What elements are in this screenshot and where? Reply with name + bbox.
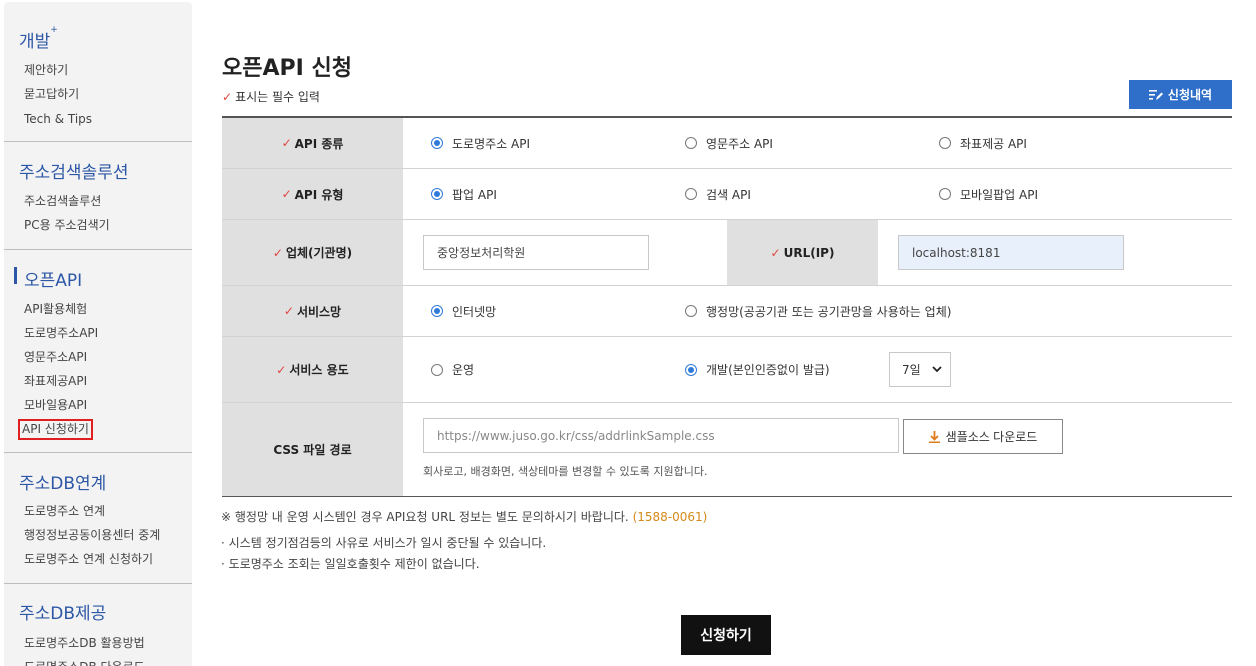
radio-icon: [431, 363, 443, 376]
sidebar-item[interactable]: PC용 주소검색기: [4, 213, 110, 237]
phone-number: (1588-0061): [632, 510, 708, 524]
sidebar-item[interactable]: 도로명주소DB 활용방법: [4, 631, 145, 655]
radio-icon: [685, 188, 697, 200]
required-check-icon: ✓: [222, 90, 233, 104]
sidebar-item[interactable]: 도로명주소API: [4, 321, 98, 345]
label-company: ✓ 업체(기관명): [222, 220, 403, 285]
required-check-icon: ✓: [272, 245, 283, 260]
company-input[interactable]: 중앙정보처리학원: [423, 235, 649, 270]
radio-operation[interactable]: 운영: [431, 361, 474, 378]
required-check-icon: ✓: [276, 362, 287, 377]
period-select[interactable]: 7일: [889, 352, 951, 387]
sidebar-item[interactable]: 모바일용API: [4, 393, 87, 417]
divider: [4, 452, 192, 453]
selected-item-label: API 신청하기: [18, 419, 93, 440]
radio-internet[interactable]: 인터넷망: [431, 303, 496, 320]
radio-mobile-popup-api[interactable]: 모바일팝업 API: [939, 186, 1038, 203]
download-sample-button[interactable]: 샘플소스 다운로드: [903, 419, 1063, 454]
application-form: ✓ API 종류 도로명주소 API 영문주소 API 좌표제공 API ✓ API…: [222, 116, 1232, 497]
label-url: ✓ URL(IP): [727, 220, 878, 285]
radio-popup-api[interactable]: 팝업 API: [431, 186, 497, 203]
sidebar-item[interactable]: 도로명주소DB 다운로드: [4, 655, 145, 666]
sidebar-item[interactable]: 도로명주소 연계 신청하기: [4, 547, 153, 571]
radio-coord-api[interactable]: 좌표제공 API: [939, 135, 1027, 152]
required-check-icon: ✓: [770, 245, 781, 260]
radio-selected-icon: [431, 137, 443, 149]
notice-line: · 도로명주소 조회는 일일호출횟수 제한이 없습니다.: [221, 557, 480, 571]
divider: [4, 141, 192, 142]
sidebar-item[interactable]: 좌표제공API: [4, 369, 87, 393]
sidebar: 개발+ 제안하기 묻고답하기 Tech & Tips 주소검색솔루션 주소검색솔…: [4, 2, 192, 666]
radio-admin-network[interactable]: 행정망(공공기관 또는 공기관망을 사용하는 업체): [685, 303, 951, 320]
row-network: ✓ 서비스망 인터넷망 행정망(공공기관 또는 공기관망을 사용하는 업체): [222, 286, 1232, 337]
label-css: CSS 파일 경로: [222, 403, 403, 496]
row-api-kind: ✓ API 종류 도로명주소 API 영문주소 API 좌표제공 API: [222, 118, 1232, 169]
radio-icon: [685, 137, 697, 149]
sidebar-item[interactable]: 제안하기: [4, 58, 68, 82]
sidebar-item[interactable]: 도로명주소 연계: [4, 499, 105, 523]
required-check-icon: ✓: [281, 136, 292, 150]
label-api-type: ✓ API 유형: [222, 169, 403, 219]
radio-selected-icon: [431, 188, 443, 200]
row-css: CSS 파일 경로 https://www.juso.go.kr/css/add…: [222, 403, 1232, 496]
network-notice: ※ 행정망 내 운영 시스템인 경우 API요청 URL 정보는 별도 문의하시…: [221, 510, 708, 524]
radio-road-api[interactable]: 도로명주소 API: [431, 135, 530, 152]
sidebar-group-title[interactable]: 개발+: [4, 25, 192, 52]
download-button-label: 샘플소스 다운로드: [945, 430, 1038, 444]
required-check-icon: ✓: [283, 304, 294, 318]
radio-english-api[interactable]: 영문주소 API: [685, 135, 773, 152]
radio-icon: [685, 305, 697, 317]
label-network: ✓ 서비스망: [222, 286, 403, 336]
radio-search-api[interactable]: 검색 API: [685, 186, 751, 203]
label-api-kind: ✓ API 종류: [222, 118, 403, 168]
sidebar-group-title[interactable]: 주소검색솔루션: [4, 158, 128, 183]
required-note-text: 표시는 필수 입력: [235, 90, 320, 104]
edit-list-icon: [1148, 89, 1163, 100]
history-button-label: 신청내역: [1167, 88, 1213, 102]
url-input[interactable]: localhost:8181: [898, 235, 1124, 270]
required-note: ✓ 표시는 필수 입력: [222, 88, 320, 105]
period-value: 7일: [902, 363, 921, 377]
css-help-text: 회사로고, 배경화면, 색상테마를 변경할 수 있도록 지원합니다.: [423, 465, 708, 478]
sidebar-group-title[interactable]: 주소DB제공: [4, 599, 106, 624]
divider: [4, 583, 192, 584]
sidebar-item[interactable]: 묻고답하기: [4, 82, 79, 106]
sidebar-group-title[interactable]: 주소DB연계: [4, 469, 106, 494]
radio-icon: [939, 137, 951, 149]
divider: [4, 249, 192, 250]
history-button[interactable]: 신청내역: [1129, 80, 1232, 109]
row-usage: ✓ 서비스 용도 운영 개발(본인인증없이 발급) 7일: [222, 337, 1232, 403]
radio-selected-icon: [431, 305, 443, 317]
chevron-down-icon: [932, 366, 942, 373]
sidebar-group-title[interactable]: 오픈API: [4, 266, 82, 291]
download-icon: [928, 430, 940, 443]
page-title: 오픈API 신청: [222, 56, 352, 81]
notice-line: · 시스템 정기점검등의 사유로 서비스가 일시 중단될 수 있습니다.: [221, 536, 547, 550]
label-usage: ✓ 서비스 용도: [222, 337, 403, 402]
radio-development[interactable]: 개발(본인인증없이 발급): [685, 361, 830, 378]
row-company-url: ✓ 업체(기관명) 중앙정보처리학원 ✓ URL(IP) localhost:818…: [222, 220, 1232, 286]
sidebar-item[interactable]: Tech & Tips: [4, 107, 92, 131]
submit-button[interactable]: 신청하기: [681, 615, 771, 655]
sidebar-item[interactable]: 영문주소API: [4, 345, 87, 369]
sidebar-item[interactable]: 주소검색솔루션: [4, 189, 101, 213]
row-api-type: ✓ API 유형 팝업 API 검색 API 모바일팝업 API: [222, 169, 1232, 220]
sidebar-item-api-apply[interactable]: API 신청하기: [4, 417, 93, 441]
css-path-input[interactable]: https://www.juso.go.kr/css/addrlinkSampl…: [423, 418, 899, 453]
sidebar-item[interactable]: 행정정보공동이용센터 중계: [4, 523, 160, 547]
required-check-icon: ✓: [281, 187, 292, 201]
radio-icon: [939, 188, 951, 200]
sidebar-item[interactable]: API활용체험: [4, 297, 87, 321]
radio-selected-icon: [685, 363, 697, 376]
